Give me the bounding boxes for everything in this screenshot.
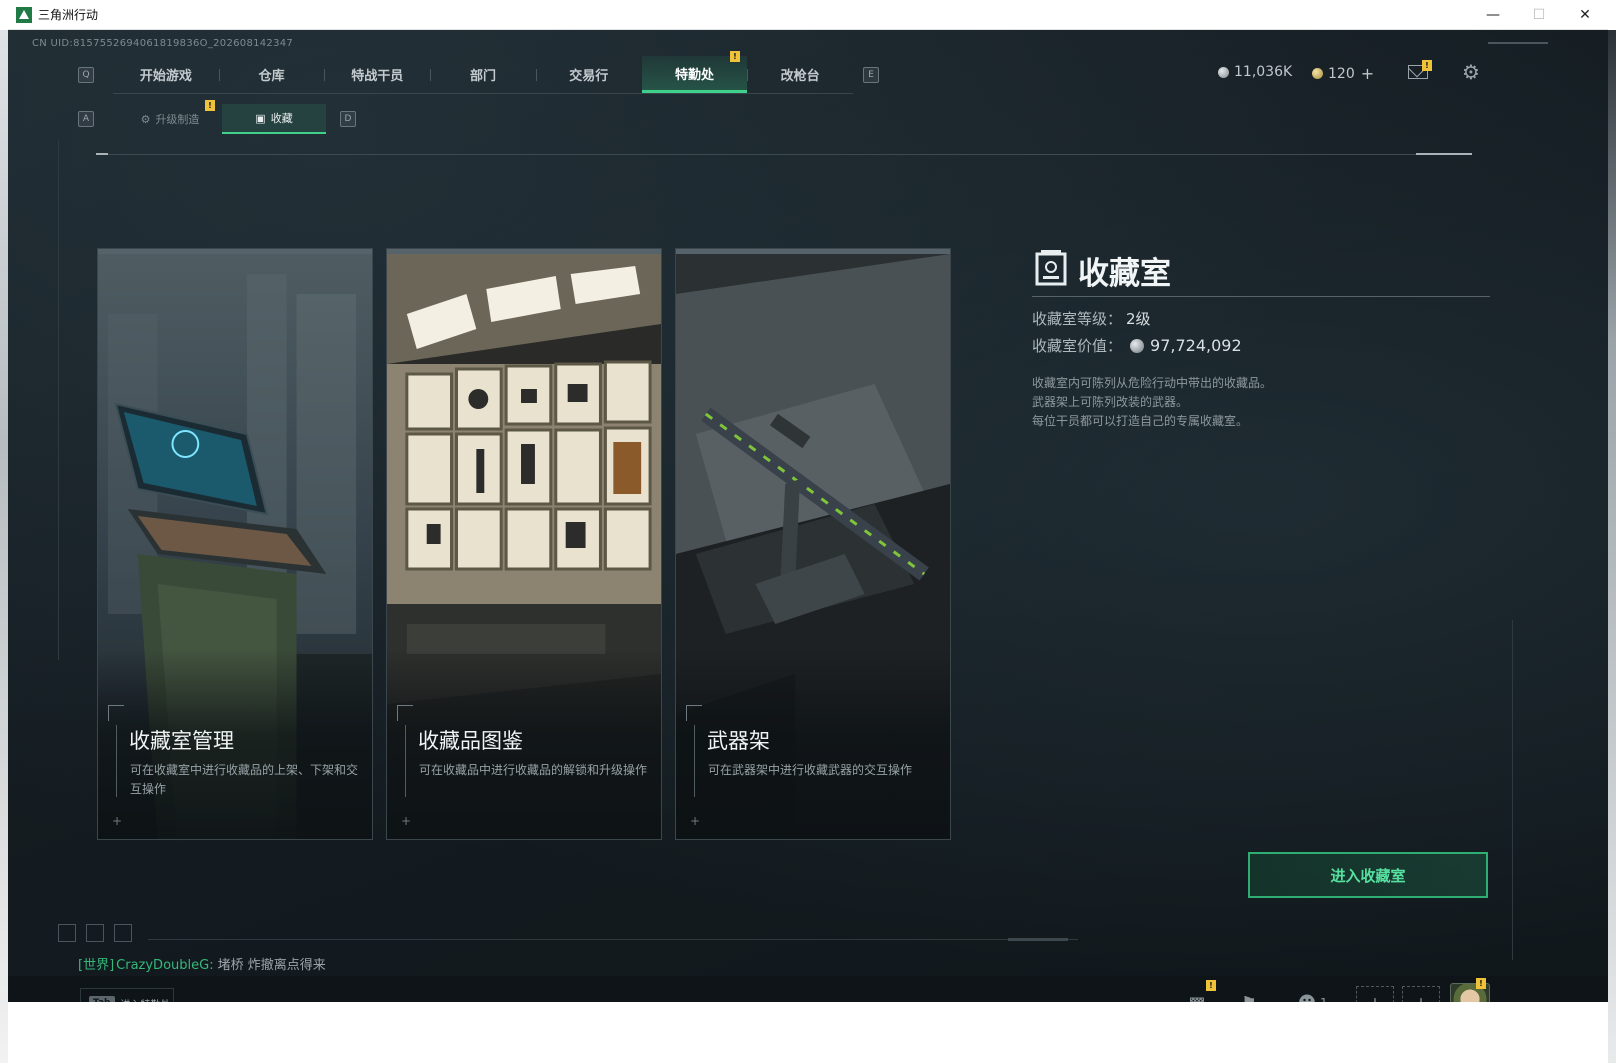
divider-accent	[96, 153, 108, 155]
enter-vault-button[interactable]: 进入收藏室	[1248, 852, 1488, 898]
gold-amount: 120	[1328, 65, 1355, 82]
tab-gunsmith[interactable]: 改枪台	[747, 56, 853, 93]
card-title: 收藏室管理	[129, 729, 234, 753]
subtab-collection[interactable]: ▣ 收藏	[222, 104, 326, 134]
quick-slot[interactable]	[114, 924, 132, 942]
subtab-upgrade-label: 升级制造	[155, 113, 200, 126]
vault-icon: ▣	[255, 111, 266, 125]
card-description: 可在武器架中进行收藏武器的交互操作	[708, 763, 913, 777]
progress-line	[148, 939, 1078, 940]
card-title: 武器架	[707, 729, 770, 753]
tab-start-game[interactable]: 开始游戏	[113, 56, 219, 93]
window-title: 三角洲行动	[38, 8, 99, 22]
desktop-right-edge	[1608, 30, 1616, 1063]
card-description: 可在收藏品中进行收藏品的解锁和升级操作	[419, 763, 648, 777]
gold-currency: 120 +	[1312, 64, 1374, 83]
tab-market[interactable]: 交易行	[535, 56, 642, 93]
desktop-left-edge	[0, 30, 8, 1063]
silver-currency: 11,036K	[1218, 64, 1292, 80]
chat-sender: CrazyDoubleG:	[116, 958, 214, 973]
card-title: 收藏品图鉴	[418, 729, 523, 753]
card-tick	[116, 725, 117, 797]
frame-line	[58, 140, 59, 660]
nav-next-key[interactable]: E	[863, 67, 879, 83]
vault-level-value: 2级	[1126, 310, 1151, 328]
quick-slot[interactable]	[86, 924, 104, 942]
close-icon[interactable]: ✕	[1562, 0, 1608, 30]
quick-slot[interactable]	[58, 924, 76, 942]
card-description: 可在收藏室中进行收藏品的上架、下架和交互操作	[130, 763, 359, 796]
silver-coin-icon	[1218, 66, 1229, 78]
card-tick	[694, 725, 695, 797]
subtab-collection-label: 收藏	[270, 112, 293, 125]
info-divider	[1032, 296, 1490, 297]
card-vault-management[interactable]: 收藏室管理 可在收藏室中进行收藏品的上架、下架和交互操作 +	[97, 248, 373, 840]
silver-amount: 11,036K	[1234, 64, 1293, 80]
silver-coin-icon	[1130, 339, 1145, 353]
corner-bracket	[397, 705, 413, 721]
window-controls: — ☐ ✕	[1470, 0, 1608, 30]
tab-operators[interactable]: 特战干员	[324, 56, 430, 93]
divider-accent	[1416, 153, 1472, 155]
game-viewport: CN UID:8157552694061819836O_202608142347…	[8, 30, 1608, 1063]
progress-marker	[1008, 938, 1068, 941]
chat-text: 堵桥 炸撤离点得来	[217, 958, 326, 973]
tab-warehouse[interactable]: 仓库	[218, 56, 325, 93]
card-tick	[405, 725, 406, 797]
subnav-next-key[interactable]: D	[340, 111, 356, 127]
add-currency-button[interactable]: +	[1361, 64, 1374, 83]
sub-nav: ⚙ 升级制造 ▣ 收藏	[118, 104, 326, 134]
app-logo-icon	[16, 6, 32, 23]
avatar-alert-badge: !	[1476, 978, 1486, 989]
main-nav: 开始游戏 仓库 特战干员 部门 交易行 特勤处 改枪台	[113, 56, 853, 94]
vault-level-label: 收藏室等级：	[1032, 310, 1123, 328]
window-titlebar: 三角洲行动 — ☐ ✕	[8, 0, 1608, 30]
vault-value-amount: 97,724,092	[1150, 336, 1242, 355]
gold-coin-icon	[1312, 68, 1323, 79]
special-ops-alert-badge: !	[730, 51, 740, 62]
chat-channel: [世界]	[78, 958, 115, 973]
info-desc-line: 收藏室内可陈列从危险行动中带出的收藏品。	[1032, 376, 1273, 390]
maximize-icon[interactable]: ☐	[1516, 0, 1562, 30]
frame-line	[1512, 620, 1513, 960]
gear-icon[interactable]: ⚙	[1461, 62, 1481, 82]
nav-prev-key[interactable]: Q	[78, 67, 94, 83]
top-decoration	[1488, 42, 1548, 44]
corner-bracket	[686, 705, 702, 721]
info-description: 收藏室内可陈列从危险行动中带出的收藏品。 武器架上可陈列改装的武器。 每位干员都…	[1032, 374, 1272, 431]
mail-alert-badge: !	[1422, 60, 1432, 71]
info-title: 收藏室	[1078, 256, 1171, 292]
vault-icon	[1035, 250, 1067, 286]
chat-message[interactable]: [世界] CrazyDoubleG: 堵桥 炸撤离点得来	[78, 954, 326, 973]
desktop-bottom-strip	[8, 1002, 1608, 1063]
corner-bracket	[108, 705, 124, 721]
info-desc-line: 武器架上可陈列改装的武器。	[1032, 395, 1189, 409]
upgrade-alert-badge: !	[205, 100, 215, 111]
info-desc-line: 每位干员都可以打造自己的专属收藏室。	[1032, 414, 1249, 428]
card-plus-icon: +	[690, 814, 701, 828]
stats-alert-badge: !	[1206, 980, 1216, 991]
minimize-icon[interactable]: —	[1470, 0, 1516, 30]
vault-level-row: 收藏室等级： 2级	[1032, 308, 1151, 329]
card-plus-icon: +	[112, 814, 123, 828]
divider-line	[96, 154, 1472, 155]
card-plus-icon: +	[401, 814, 412, 828]
subnav-prev-key[interactable]: A	[78, 111, 94, 127]
vault-value-row: 收藏室价值： 97,724,092	[1032, 335, 1242, 356]
tab-department[interactable]: 部门	[430, 56, 536, 93]
upgrade-icon: ⚙	[140, 112, 151, 126]
vault-value-label: 收藏室价值：	[1032, 337, 1123, 355]
card-weapon-rack[interactable]: 武器架 可在武器架中进行收藏武器的交互操作 +	[675, 248, 951, 840]
card-collection-catalog[interactable]: 收藏品图鉴 可在收藏品中进行收藏品的解锁和升级操作 +	[386, 248, 662, 840]
player-uid: CN UID:8157552694061819836O_202608142347	[32, 38, 294, 49]
